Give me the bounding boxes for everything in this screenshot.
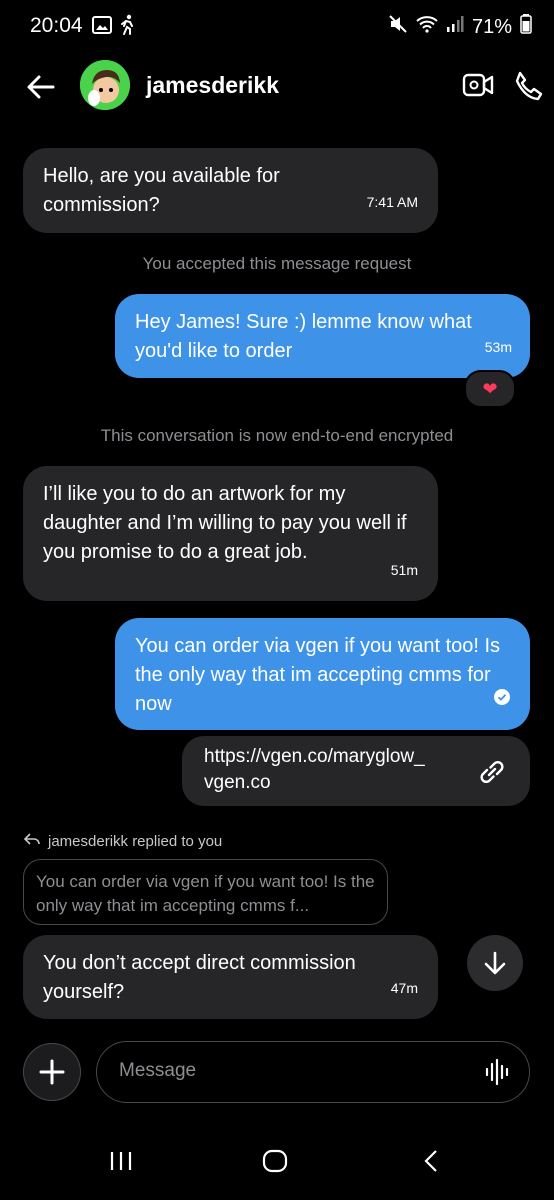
arrow-left-icon bbox=[27, 75, 55, 99]
heart-icon: ❤ bbox=[482, 378, 498, 399]
message-text: You can order via vgen if you want too! … bbox=[135, 635, 501, 715]
reply-context: jamesderikk replied to you bbox=[23, 832, 223, 850]
add-attachment-button[interactable] bbox=[23, 1043, 81, 1101]
message-time: 51m bbox=[390, 562, 418, 578]
phone-icon bbox=[515, 71, 543, 101]
message-text: I’ll like you to do an artwork for my da… bbox=[43, 483, 407, 563]
message-text: You don’t accept direct commission yours… bbox=[43, 952, 356, 1003]
status-right: 71% bbox=[388, 14, 532, 40]
voice-message-button[interactable] bbox=[485, 1058, 509, 1090]
scroll-to-bottom-button[interactable] bbox=[467, 935, 523, 991]
arrow-down-icon bbox=[484, 951, 506, 975]
gallery-icon bbox=[92, 16, 112, 39]
wifi-icon bbox=[416, 15, 438, 39]
recents-icon bbox=[110, 1152, 132, 1170]
running-icon bbox=[118, 14, 136, 41]
message-time: 53m bbox=[484, 339, 512, 355]
back-nav-button[interactable] bbox=[420, 1148, 446, 1179]
system-notice: This conversation is now end-to-end encr… bbox=[100, 426, 454, 445]
mute-icon bbox=[388, 14, 408, 40]
reply-label: jamesderikk replied to you bbox=[48, 832, 223, 850]
message-outgoing[interactable]: You can order via vgen if you want too! … bbox=[115, 618, 530, 730]
message-placeholder: Message bbox=[119, 1060, 197, 1081]
video-call-button[interactable] bbox=[462, 70, 494, 105]
message-incoming[interactable]: I’ll like you to do an artwork for my da… bbox=[23, 466, 438, 601]
recent-apps-button[interactable] bbox=[108, 1148, 134, 1179]
read-receipt-icon bbox=[494, 685, 510, 714]
chat-username[interactable]: jamesderikk bbox=[146, 72, 279, 99]
message-time: 7:41 AM bbox=[366, 194, 418, 210]
waveform-icon bbox=[485, 1058, 509, 1086]
status-time: 20:04 bbox=[30, 14, 83, 37]
quoted-message[interactable]: You can order via vgen if you want too! … bbox=[23, 859, 388, 925]
quoted-text: You can order via vgen if you want too! … bbox=[36, 872, 375, 915]
message-incoming[interactable]: You don’t accept direct commission yours… bbox=[23, 935, 438, 1019]
battery-percent: 71% bbox=[471, 15, 512, 38]
home-button[interactable] bbox=[262, 1148, 288, 1179]
signal-icon bbox=[446, 15, 464, 39]
link-domain: vgen.co bbox=[204, 772, 271, 793]
message-time: 47m bbox=[390, 980, 418, 996]
message-input[interactable]: Message bbox=[96, 1041, 530, 1103]
message-incoming[interactable]: Hello, are you available for commission?… bbox=[23, 148, 438, 233]
system-notice: You accepted this message request bbox=[142, 254, 412, 273]
message-text: Hey James! Sure :) lemme know what you'd… bbox=[135, 311, 472, 362]
plus-icon bbox=[39, 1059, 65, 1085]
chevron-left-icon bbox=[424, 1150, 437, 1172]
link-url: https://vgen.co/maryglow_ bbox=[204, 746, 425, 767]
heart-reaction[interactable]: ❤ bbox=[464, 370, 516, 408]
voice-call-button[interactable] bbox=[512, 70, 544, 107]
avatar[interactable] bbox=[80, 60, 130, 110]
status-bar: 20:04 71% bbox=[0, 0, 554, 52]
message-text: Hello, are you available for commission? bbox=[43, 165, 280, 216]
link-icon bbox=[476, 756, 508, 793]
message-outgoing[interactable]: Hey James! Sure :) lemme know what you'd… bbox=[115, 294, 530, 378]
video-camera-icon bbox=[462, 73, 494, 97]
reply-arrow-icon bbox=[23, 832, 40, 850]
battery-icon bbox=[520, 14, 532, 40]
back-button[interactable] bbox=[26, 72, 56, 102]
link-preview-card[interactable]: https://vgen.co/maryglow_ vgen.co bbox=[182, 736, 530, 806]
home-icon bbox=[262, 1149, 288, 1173]
